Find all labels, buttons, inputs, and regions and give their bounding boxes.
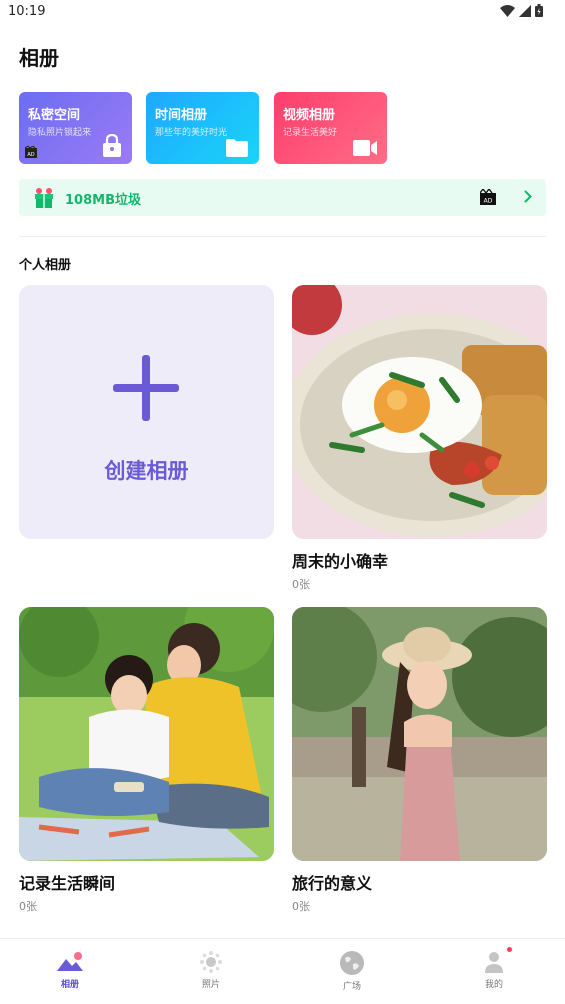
svg-text:AD: AD [484, 198, 493, 205]
status-bar: 10:19 [0, 0, 565, 26]
card-title: 私密空间 [28, 108, 81, 123]
bottom-nav: 相册 照片 广场 我的 [0, 938, 565, 1004]
nav-label: 相册 [60, 980, 79, 990]
svg-text:AD: AD [27, 152, 34, 158]
album-count: 0张 [19, 900, 37, 913]
lock-icon [103, 134, 121, 157]
chevron-right-icon [524, 190, 532, 203]
nav-label: 广场 [342, 982, 361, 992]
card-subtitle: 记录生活美好 [283, 128, 338, 138]
travel-photo [292, 607, 547, 861]
notification-dot [507, 947, 512, 952]
time-album-card[interactable]: 时间相册 那些年的美好时光 [146, 92, 259, 164]
battery-icon [535, 4, 543, 17]
video-album-card[interactable]: 视频相册 记录生活美好 [274, 92, 387, 164]
nav-label: 我的 [484, 980, 503, 990]
nav-item-square[interactable]: 广场 [312, 951, 392, 992]
album-cover-life-moments[interactable] [19, 607, 274, 861]
nav-item-album[interactable]: 相册 [30, 951, 110, 990]
album-count: 0张 [292, 900, 310, 913]
video-camera-icon [353, 140, 377, 156]
photo-icon [200, 951, 222, 973]
food-photo [292, 285, 547, 539]
album-name[interactable]: 旅行的意义 [292, 870, 372, 894]
card-subtitle: 那些年的美好时光 [155, 128, 228, 138]
nav-label: 照片 [201, 980, 220, 990]
profile-icon [485, 952, 503, 973]
nav-item-photos[interactable]: 照片 [171, 951, 251, 990]
album-cover-weekend[interactable] [292, 285, 547, 539]
globe-icon [340, 951, 364, 975]
folder-icon [226, 139, 248, 157]
album-name[interactable]: 周末的小确幸 [292, 548, 388, 572]
signal-icon [519, 4, 531, 17]
create-album-button[interactable]: 创建相册 [19, 285, 274, 539]
status-icons [500, 4, 543, 17]
status-time: 10:19 [8, 4, 46, 19]
album-count: 0张 [292, 578, 310, 591]
trash-size-label: 108MB垃圾 [65, 193, 141, 208]
divider [19, 236, 546, 237]
album-icon [57, 952, 83, 971]
trash-cleanup-banner[interactable]: 108MB垃圾 AD [19, 179, 546, 216]
card-subtitle: 隐私照片锁起来 [28, 128, 92, 138]
gift-box-icon [35, 188, 53, 208]
album-cover-travel[interactable] [292, 607, 547, 861]
page-title: 相册 [19, 46, 59, 70]
album-name[interactable]: 记录生活瞬间 [19, 870, 115, 894]
private-space-card[interactable]: 私密空间 隐私照片锁起来 AD [19, 92, 132, 164]
ad-badge-icon: AD [480, 189, 496, 205]
family-photo [19, 607, 274, 861]
nav-item-profile[interactable]: 我的 [454, 947, 534, 990]
create-album-label: 创建相册 [104, 459, 189, 483]
plus-icon [113, 355, 179, 421]
card-title: 时间相册 [155, 108, 208, 123]
card-title: 视频相册 [283, 108, 336, 123]
ad-badge-icon: AD [25, 146, 37, 158]
wifi-icon [500, 4, 515, 17]
section-title: 个人相册 [19, 258, 72, 273]
